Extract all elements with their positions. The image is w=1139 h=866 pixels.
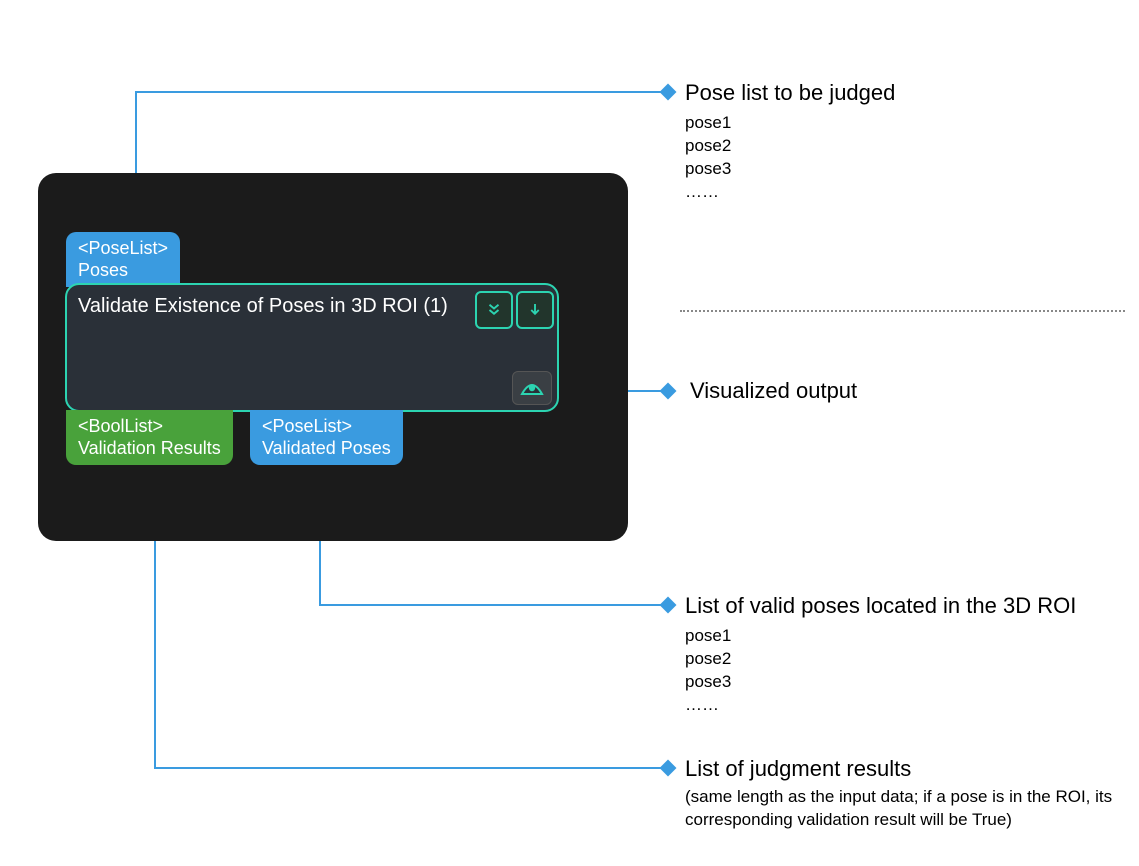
annotation-input-item: pose3 <box>685 158 731 181</box>
output-port-poselist[interactable]: <PoseList> Validated Poses <box>250 410 403 465</box>
port-type: <BoolList> <box>78 416 221 438</box>
annotation-judgment-title: List of judgment results <box>685 756 911 782</box>
port-type: <PoseList> <box>78 238 168 260</box>
diamond-icon <box>660 760 677 777</box>
arrow-down-icon <box>526 301 544 319</box>
eye-icon <box>520 379 544 397</box>
annotation-input-item: pose2 <box>685 135 731 158</box>
annotation-validposes-item: pose2 <box>685 648 731 671</box>
port-name: Validation Results <box>78 438 221 460</box>
diamond-icon <box>660 383 677 400</box>
run-icon[interactable] <box>516 291 554 329</box>
port-type: <PoseList> <box>262 416 391 438</box>
annotation-input-title: Pose list to be judged <box>685 80 895 106</box>
divider <box>680 310 1125 312</box>
annotation-visualized-title: Visualized output <box>690 378 857 404</box>
input-port-poses[interactable]: <PoseList> Poses <box>66 232 180 287</box>
expand-icon[interactable] <box>475 291 513 329</box>
output-port-boollist[interactable]: <BoolList> Validation Results <box>66 410 233 465</box>
annotation-validposes-item: pose1 <box>685 625 731 648</box>
annotation-validposes-title: List of valid poses located in the 3D RO… <box>685 593 1076 619</box>
double-chevron-down-icon <box>485 301 503 319</box>
annotation-input-item: …… <box>685 181 719 204</box>
port-name: Poses <box>78 260 168 282</box>
port-name: Validated Poses <box>262 438 391 460</box>
annotation-input-item: pose1 <box>685 112 731 135</box>
annotation-judgment-note: (same length as the input data; if a pos… <box>685 786 1115 832</box>
annotation-validposes-item: pose3 <box>685 671 731 694</box>
diamond-icon <box>660 84 677 101</box>
node-title: Validate Existence of Poses in 3D ROI (1… <box>78 295 448 318</box>
annotation-validposes-item: …… <box>685 694 719 717</box>
diamond-icon <box>660 597 677 614</box>
visualized-output-button[interactable] <box>512 371 552 405</box>
